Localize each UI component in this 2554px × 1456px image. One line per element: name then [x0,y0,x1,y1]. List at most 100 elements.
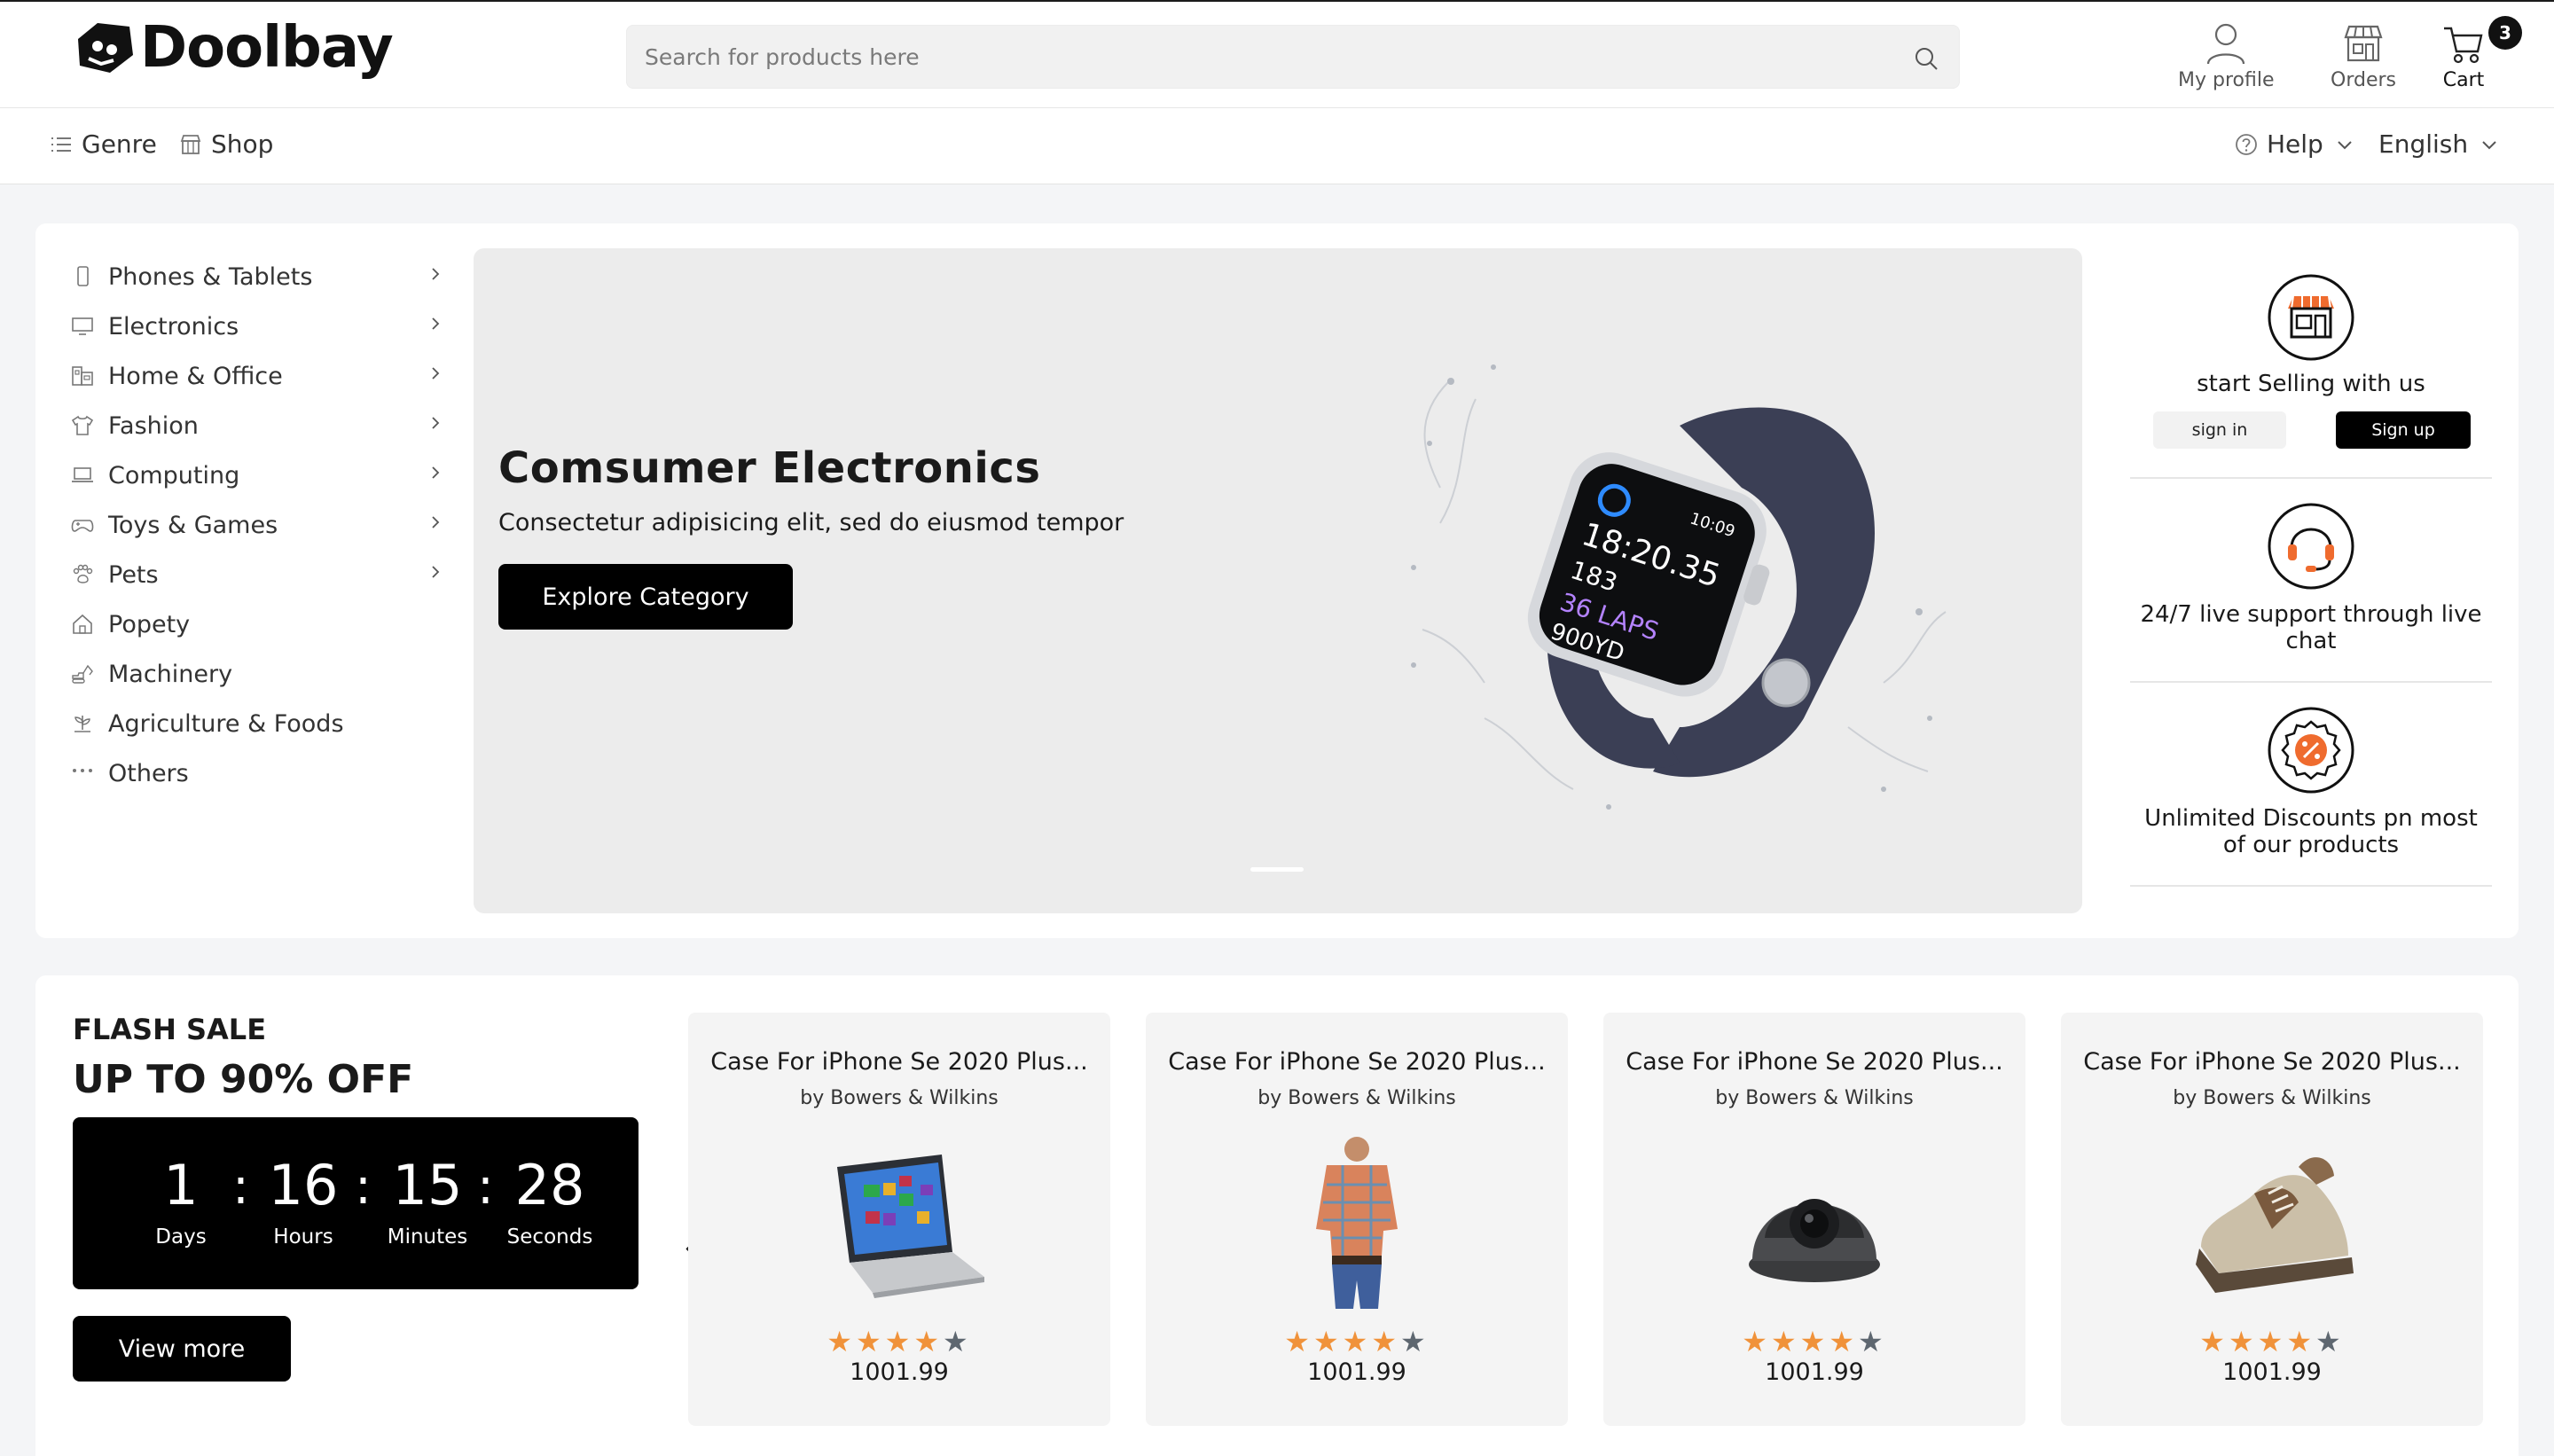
countdown-hours: 16 Hours [241,1156,365,1249]
help-label: Help [2267,129,2323,159]
category-item-machinery[interactable]: Machinery [71,649,443,699]
banner-title: Comsumer Electronics [498,443,1041,493]
countdown-minutes: 15 Minutes [365,1156,490,1249]
star-icon: ★ [855,1325,885,1358]
genre-label: Genre [82,129,157,159]
shop-label: Shop [211,129,274,159]
flash-sale-section: FLASH SALE UP TO 90% OFF 1 Days : 16 Hou… [35,975,2519,1456]
star-icon: ★ [2315,1325,2345,1358]
product-card[interactable]: Case For iPhone Se 2020 Plus... by Bower… [688,1013,1110,1426]
cart-button[interactable]: 3 Cart [2440,16,2522,91]
chevron-down-icon [2338,140,2352,149]
category-label: Popety [108,610,191,638]
auth-buttons: sign in Sign up [2153,411,2472,449]
product-title: Case For iPhone Se 2020 Plus... [710,1048,1088,1076]
chevron-right-icon [432,317,440,330]
days-value: 1 [163,1153,199,1217]
category-item-others[interactable]: Others [71,748,443,798]
search-icon[interactable] [1913,45,1939,72]
plant-icon [74,716,90,732]
category-item-toys-games[interactable]: Toys & Games [71,500,443,550]
orders-store-icon [2344,25,2383,62]
brand-logo[interactable]: Doolbay [71,15,394,81]
product-rating: ★★★★★ [688,1325,1110,1358]
countdown-days: 1 Days [119,1156,243,1249]
star-icon: ★ [1858,1325,1887,1358]
start-selling-text: start Selling with us [2197,371,2425,397]
promo-start-selling: start Selling with us sign in Sign up [2130,250,2492,479]
genre-menu[interactable]: Genre [50,129,157,159]
monitor-icon [72,317,93,335]
days-label: Days [155,1225,207,1249]
list-icon [51,137,71,152]
product-card[interactable]: Case For iPhone Se 2020 Plus... by Bower… [1146,1013,1568,1426]
flash-sale-subtitle: UP TO 90% OFF [73,1057,414,1102]
dome-camera-image [1749,1199,1880,1282]
secondary-nav: Genre Shop Help English [0,108,2554,184]
category-item-phones-tablets[interactable]: Phones & Tablets [71,252,443,301]
minutes-label: Minutes [387,1225,468,1249]
category-item-fashion[interactable]: Fashion [71,401,443,450]
language-dropdown[interactable]: English [2378,129,2498,159]
help-dropdown[interactable]: Help [2235,129,2354,159]
category-item-pets[interactable]: Pets [71,550,443,599]
language-label: English [2378,129,2469,159]
category-label: Home & Office [108,362,283,390]
headset-icon [2268,503,2354,590]
orders-label: Orders [2331,69,2396,91]
my-profile-button[interactable]: My profile [2178,21,2275,91]
shirt-icon [71,415,94,435]
product-brand: by Bowers & Wilkins [1715,1087,1914,1109]
star-icon: ★ [1371,1325,1401,1358]
category-item-agriculture-foods[interactable]: Agriculture & Foods [71,699,443,748]
star-icon: ★ [2257,1325,2287,1358]
countdown-timer: 1 Days : 16 Hours : 15 Minutes : 28 Seco… [73,1117,638,1289]
product-card[interactable]: Case For iPhone Se 2020 Plus... by Bower… [1603,1013,2025,1426]
star-icon: ★ [1770,1325,1800,1358]
star-icon: ★ [2228,1325,2258,1358]
banner-subtitle: Consectetur adipisicing elit, sed do eiu… [498,509,1124,536]
promo-live-support: 24/7 live support through live chat [2130,479,2492,683]
search-input[interactable] [645,26,1868,88]
product-rating: ★★★★★ [2061,1325,2483,1358]
product-card[interactable]: Case For iPhone Se 2020 Plus... by Bower… [2061,1013,2483,1426]
product-title: Case For iPhone Se 2020 Plus... [1168,1048,1546,1076]
category-item-electronics[interactable]: Electronics [71,301,443,351]
category-label: Phones & Tablets [108,262,313,291]
house-icon [73,614,92,634]
shop-menu[interactable]: Shop [179,129,273,159]
star-icon: ★ [1829,1325,1859,1358]
view-more-button[interactable]: View more [73,1316,291,1382]
shirt-man-image [1316,1137,1398,1309]
star-icon: ★ [1799,1325,1829,1358]
flash-sale-title: FLASH SALE [73,1013,267,1046]
carousel-indicator[interactable] [1250,867,1304,872]
shop-icon [180,134,201,154]
orders-button[interactable]: Orders [2331,21,2396,91]
sign-up-button[interactable]: Sign up [2336,411,2471,449]
gamepad-icon [71,520,94,532]
search-bar [626,25,1960,89]
hero-section: Phones & Tablets Electronics Home & Offi… [35,223,2519,938]
category-item-computing[interactable]: Computing [71,450,443,500]
help-icon [2236,133,2257,155]
explore-category-button[interactable]: Explore Category [498,564,793,630]
countdown-seconds: 28 Seconds [488,1156,612,1249]
seconds-label: Seconds [506,1225,593,1249]
phone-icon [77,266,89,286]
product-price: 1001.99 [2222,1358,2322,1386]
cart-count-badge: 3 [2488,16,2522,50]
sign-in-button[interactable]: sign in [2153,411,2286,449]
category-label: Fashion [108,411,199,440]
category-item-home-office[interactable]: Home & Office [71,351,443,401]
chevron-right-icon [432,268,440,280]
category-item-property[interactable]: Popety [71,599,443,649]
brand-name: Doolbay [140,15,394,81]
promo-column: start Selling with us sign in Sign up 24… [2130,250,2492,887]
star-icon: ★ [2199,1325,2229,1358]
chevron-right-icon [432,566,440,578]
star-icon: ★ [884,1325,914,1358]
product-brand: by Bowers & Wilkins [1257,1087,1456,1109]
product-rating: ★★★★★ [1146,1325,1568,1358]
star-icon: ★ [1400,1325,1430,1358]
